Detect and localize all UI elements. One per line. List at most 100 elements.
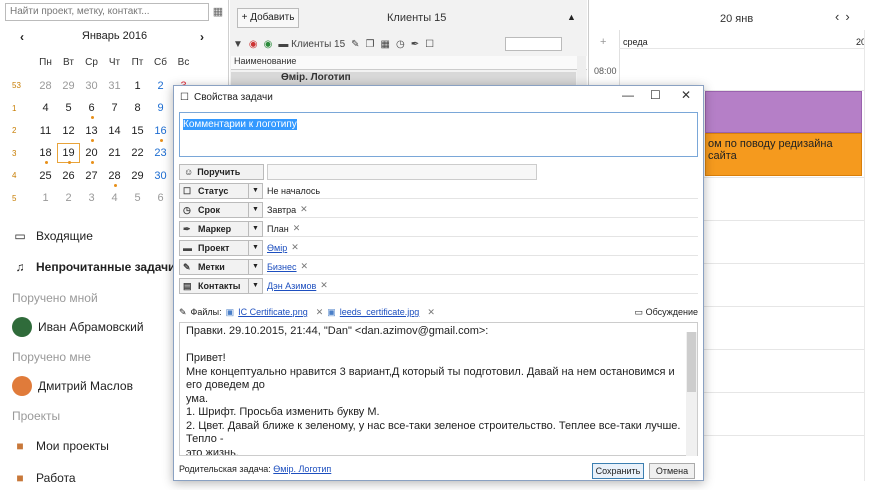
nav-work[interactable]: ■ Работа [12, 466, 75, 490]
file-link-1[interactable]: IC Certificate.png [238, 307, 308, 317]
scrollbar-thumb[interactable] [687, 332, 696, 392]
remove-icon[interactable]: ✕ [291, 242, 299, 253]
calendar-day[interactable]: 5 [126, 189, 149, 207]
due-label[interactable]: ◷ Срок [179, 202, 249, 218]
description-scrollbar[interactable] [686, 332, 697, 456]
calendar-day[interactable]: 7 [103, 99, 126, 117]
calendar-day[interactable]: 25 [34, 167, 57, 185]
calendar-day[interactable]: 14 [103, 122, 126, 140]
contact-filter-icon[interactable]: ◉ [264, 39, 273, 50]
calendar-day[interactable]: 1 [34, 189, 57, 207]
calendar-day[interactable]: 30 [149, 167, 172, 185]
assignee-field[interactable] [267, 164, 537, 180]
close-icon[interactable]: ✕ [681, 88, 691, 102]
minimize-icon[interactable]: — [622, 88, 634, 102]
calendar-day[interactable]: 22 [126, 144, 149, 162]
maximize-icon[interactable]: ☐ [650, 88, 661, 102]
tags-dropdown[interactable]: ▼ [249, 259, 263, 275]
nav-user-dmitry[interactable]: Дмитрий Маслов [12, 374, 133, 398]
column-header[interactable]: Наименование [231, 56, 587, 70]
calendar-day[interactable]: 23 [149, 144, 172, 162]
marker-dropdown[interactable]: ▼ [249, 221, 263, 237]
calendar-day[interactable]: 29 [57, 77, 80, 95]
next-day-button[interactable]: › [845, 9, 855, 24]
calendar-day[interactable]: 6 [80, 99, 103, 120]
save-button[interactable]: Сохранить [592, 463, 644, 479]
calendar-day[interactable]: 4 [34, 99, 57, 117]
cancel-button[interactable]: Отмена [649, 463, 695, 479]
user-filter-icon[interactable]: ◉ [249, 39, 258, 50]
contacts-label[interactable]: ▤ Контакты [179, 278, 249, 294]
remove-icon[interactable]: ✕ [427, 307, 435, 318]
add-button[interactable]: + Добавить [237, 8, 299, 28]
calendar-day[interactable]: 6 [149, 189, 172, 207]
remove-icon[interactable]: ✕ [316, 307, 324, 318]
due-dropdown[interactable]: ▼ [249, 202, 263, 218]
clock-filter-icon[interactable]: ◷ [396, 39, 405, 50]
calendar-day[interactable]: 21 [103, 144, 126, 162]
remove-icon[interactable]: ✕ [301, 261, 309, 272]
tags-label[interactable]: ✎ Метки [179, 259, 249, 275]
calendar-day[interactable]: 29 [126, 167, 149, 185]
file-link-2[interactable]: leeds_certificate.jpg [340, 307, 420, 317]
list-search-input[interactable] [505, 37, 562, 51]
calendar-day[interactable]: 3 [80, 189, 103, 207]
collapse-icon[interactable]: ▲ [567, 12, 576, 22]
remove-icon[interactable]: ✕ [300, 204, 308, 215]
day-nav[interactable]: ‹› [835, 9, 856, 24]
calendar-day[interactable]: 27 [80, 167, 103, 185]
next-month-button[interactable]: › [200, 30, 214, 44]
nav-inbox[interactable]: ▭ Входящие [12, 224, 93, 248]
calendar-day[interactable]: 1 [126, 77, 149, 95]
calendar-day[interactable]: 28 [103, 167, 126, 187]
scrollbar[interactable] [577, 56, 586, 86]
project-label[interactable]: ▬ Проект [179, 240, 249, 256]
assign-button[interactable]: ☺ Поручить [179, 164, 264, 180]
contacts-dropdown[interactable]: ▼ [249, 278, 263, 294]
calendar-day[interactable]: 13 [80, 122, 103, 142]
tag-filter-icon[interactable]: ✎ [351, 39, 359, 50]
calendar-event[interactable] [705, 91, 862, 133]
calendar-event[interactable]: ом по поводу редизайна сайта [705, 133, 862, 176]
parent-task-link[interactable]: Өмір. Логотип [273, 464, 331, 474]
calendar-day[interactable]: 18 [34, 144, 57, 165]
calendar-day[interactable]: 16 [149, 122, 172, 142]
calendar-day[interactable]: 8 [126, 99, 149, 117]
project-dropdown[interactable]: ▼ [249, 240, 263, 256]
calendar-day[interactable]: 15 [126, 122, 149, 140]
task-description[interactable]: Правки. 29.10.2015, 21:44, "Dan" <dan.az… [179, 322, 698, 456]
filter-icon[interactable]: ▼ [233, 39, 243, 50]
day-scrollbar[interactable] [864, 30, 880, 481]
prev-day-button[interactable]: ‹ [835, 9, 845, 24]
calendar-day[interactable]: 28 [34, 77, 57, 95]
status-dropdown[interactable]: ▼ [249, 183, 263, 199]
files-filter-icon[interactable]: ❐ [366, 39, 375, 50]
calendar-day[interactable]: 19 [57, 143, 80, 165]
remove-icon[interactable]: ✕ [320, 280, 328, 291]
calendar-day[interactable]: 30 [80, 77, 103, 95]
calendar-day[interactable]: 26 [57, 167, 80, 185]
calendar-day[interactable]: 20 [80, 144, 103, 165]
calendar-day[interactable]: 4 [103, 189, 126, 207]
calendar-day[interactable]: 11 [34, 122, 57, 140]
project-link[interactable]: Өмір [267, 243, 287, 253]
nav-user-ivan[interactable]: Иван Абрамовский [12, 315, 144, 339]
calendar-day[interactable]: 9 [149, 99, 172, 117]
contact-link[interactable]: Дэн Азимов [267, 281, 316, 291]
marker-label[interactable]: ✒ Маркер [179, 221, 249, 237]
calendar-day[interactable]: 2 [149, 77, 172, 95]
status-label[interactable]: ☐ Статус [179, 183, 249, 199]
calendar-icon[interactable]: ▦ [211, 4, 225, 20]
calendar-day[interactable]: 12 [57, 122, 80, 140]
marker-filter-icon[interactable]: ✒ [411, 39, 419, 50]
project-filter[interactable]: ▬ Клиенты 15 [278, 39, 345, 50]
calendar-day[interactable]: 5 [57, 99, 80, 117]
calendar-day[interactable]: 31 [103, 77, 126, 95]
calendar-day[interactable]: 2 [57, 189, 80, 207]
nav-my-projects[interactable]: ■ Мои проекты [12, 434, 109, 458]
task-title-field[interactable]: Комментарии к логотипу [179, 112, 698, 157]
search-input[interactable]: Найти проект, метку, контакт... [5, 3, 209, 21]
remove-icon[interactable]: ✕ [293, 223, 301, 234]
checkbox-filter-icon[interactable]: ☐ [425, 39, 434, 50]
calendar-filter-icon[interactable]: ▦ [381, 39, 390, 50]
